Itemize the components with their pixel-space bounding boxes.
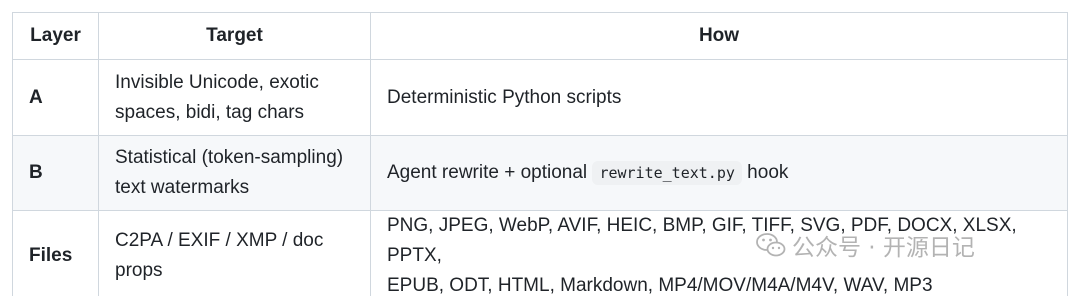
table-row: Files C2PA / EXIF / XMP / doc props PNG,… — [12, 210, 1068, 296]
how-text-line: EPUB, ODT, HTML, Markdown, MP4/MOV/M4A/M… — [387, 275, 933, 296]
target-text-line: text watermarks — [115, 177, 250, 198]
how-text: Agent rewrite + optional — [387, 162, 593, 183]
layer-cell: Files — [12, 210, 99, 296]
target-text-line: C2PA / EXIF / XMP / doc — [115, 230, 324, 251]
target-cell: Invisible Unicode, exotic spaces, bidi, … — [98, 59, 371, 136]
layer-cell: B — [12, 135, 99, 211]
how-text-line: PNG, JPEG, WebP, AVIF, HEIC, BMP, GIF, T… — [387, 215, 1017, 266]
layer-cell: A — [12, 59, 99, 136]
target-text-line: Invisible Unicode, exotic — [115, 71, 319, 93]
table-row: A Invisible Unicode, exotic spaces, bidi… — [12, 59, 1068, 136]
how-cell: PNG, JPEG, WebP, AVIF, HEIC, BMP, GIF, T… — [370, 210, 1068, 296]
header-how: How — [370, 12, 1068, 60]
inline-code: rewrite_text.py — [592, 161, 742, 185]
header-target: Target — [98, 12, 371, 60]
target-text-line: props — [115, 260, 163, 281]
table-row: B Statistical (token-sampling) text wate… — [12, 135, 1068, 211]
target-text-line: spaces, bidi, tag chars — [115, 101, 305, 123]
target-cell: C2PA / EXIF / XMP / doc props — [98, 210, 371, 296]
data-table: Layer Target How A Invisible Unicode, ex… — [12, 12, 1068, 296]
how-cell: Deterministic Python scripts — [370, 59, 1068, 136]
header-row: Layer Target How — [12, 12, 1068, 60]
header-layer: Layer — [12, 12, 99, 60]
target-cell: Statistical (token-sampling) text waterm… — [98, 135, 371, 211]
how-cell: Agent rewrite + optional rewrite_text.py… — [370, 135, 1068, 211]
target-text-line: Statistical (token-sampling) — [115, 147, 344, 168]
how-text: hook — [741, 162, 789, 183]
